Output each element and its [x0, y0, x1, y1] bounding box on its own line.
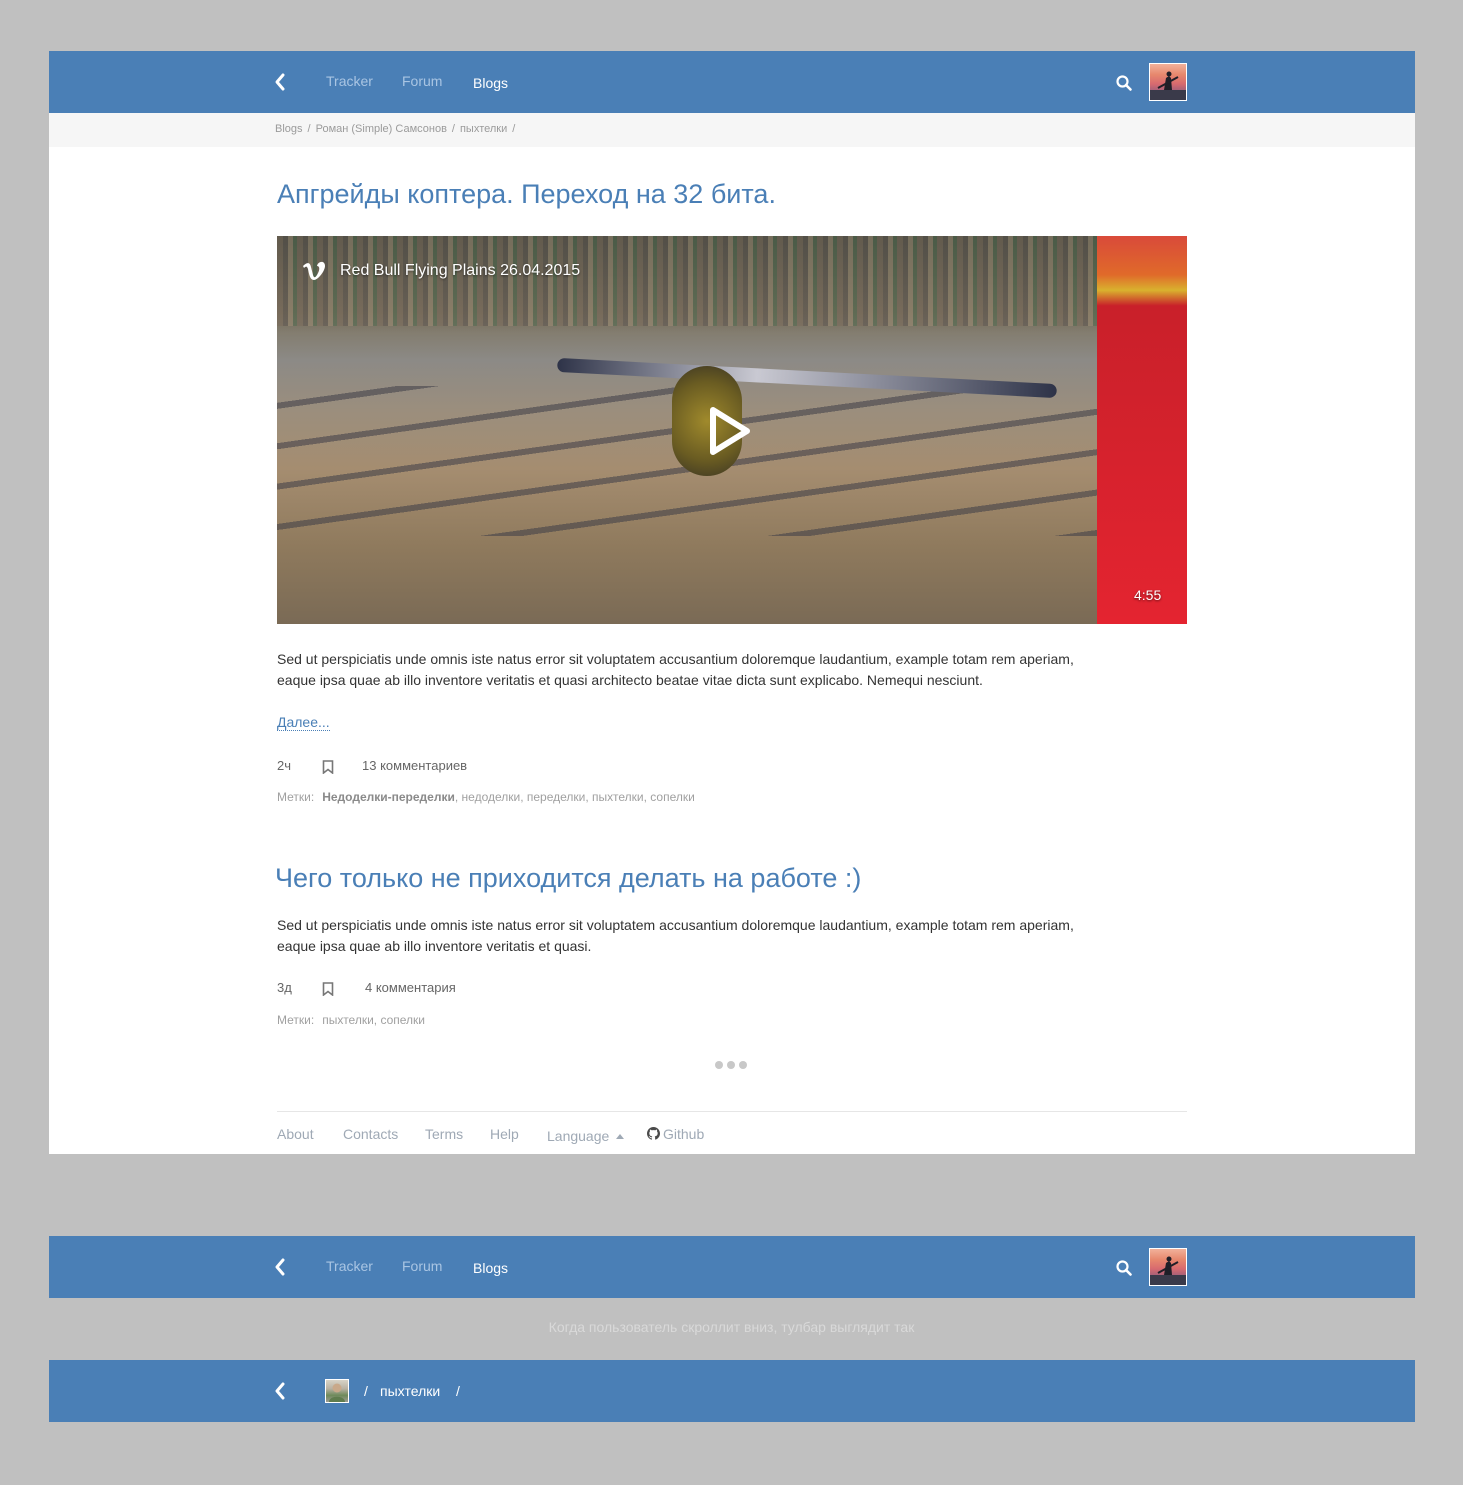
- footer-link-help[interactable]: Help: [490, 1126, 519, 1142]
- post-excerpt-line: eaque ipsa quae ab illo inventore verita…: [277, 938, 592, 954]
- post-excerpt-line: eaque ipsa quae ab illo inventore verita…: [277, 672, 983, 688]
- tag-link[interactable]: пыхтелки, сопелки: [322, 1013, 425, 1027]
- footer-divider: [277, 1111, 1187, 1112]
- post-excerpt-line: Sed ut perspiciatis unde omnis iste natu…: [277, 651, 1074, 667]
- vimeo-icon[interactable]: [301, 258, 327, 289]
- toolbar-default-state: Tracker Forum Blogs: [49, 1236, 1415, 1298]
- post-comments-link[interactable]: 4 комментария: [365, 980, 456, 995]
- nav-blogs[interactable]: Blogs: [473, 75, 508, 91]
- author-avatar[interactable]: [325, 1379, 349, 1403]
- tags-label: Метки:: [277, 1013, 315, 1027]
- read-more-link[interactable]: Далее...: [277, 714, 330, 731]
- breadcrumb-separator: /: [307, 123, 311, 135]
- breadcrumb: Blogs / Роман (Simple) Самсонов / пыхтелки /: [275, 123, 520, 135]
- video-duration: 4:55: [1134, 587, 1162, 603]
- back-arrow-icon[interactable]: [273, 71, 291, 93]
- tag-link[interactable]: Недоделки-переделки: [322, 790, 455, 804]
- play-icon[interactable]: [703, 406, 753, 456]
- post-excerpt: Sed ut perspiciatis unde omnis iste natu…: [277, 649, 1187, 691]
- nav-blogs[interactable]: Blogs: [473, 1260, 508, 1276]
- post-comments-link[interactable]: 13 комментариев: [362, 758, 467, 773]
- toolbar-scrolled-state: / пыхтелки /: [49, 1360, 1415, 1422]
- breadcrumb-author[interactable]: Роман (Simple) Самсонов: [316, 123, 447, 135]
- post-excerpt: Sed ut perspiciatis unde omnis iste natu…: [277, 915, 1187, 957]
- breadcrumb-bar: Blogs / Роман (Simple) Самсонов / пыхтелки /: [49, 113, 1415, 147]
- breadcrumb-separator: /: [451, 123, 455, 135]
- nav-tracker[interactable]: Tracker: [326, 1258, 373, 1274]
- post-time: 3д: [277, 980, 292, 995]
- loading-dot: [727, 1061, 735, 1069]
- post-title[interactable]: Чего только не приходится делать на рабо…: [275, 863, 861, 894]
- tag-link[interactable]: , недоделки, переделки, пыхтелки, сопелк…: [455, 790, 695, 804]
- breadcrumb-separator: /: [364, 1383, 368, 1399]
- post-excerpt-line: Sed ut perspiciatis unde omnis iste natu…: [277, 917, 1074, 933]
- back-arrow-icon[interactable]: [273, 1380, 291, 1402]
- video-frame-crowd: [277, 236, 1097, 326]
- post-tags: Метки: пыхтелки, сопелки: [277, 1013, 425, 1027]
- user-avatar[interactable]: [1149, 63, 1187, 101]
- user-avatar[interactable]: [1149, 1248, 1187, 1286]
- nav-tracker[interactable]: Tracker: [326, 73, 373, 89]
- post-title[interactable]: Апгрейды коптера. Переход на 32 бита.: [277, 179, 776, 210]
- breadcrumb-blog[interactable]: пыхтелки: [380, 1383, 440, 1399]
- loading-indicator: [715, 1056, 755, 1069]
- page-frame: Blogs / Роман (Simple) Самсонов / пыхтелки / …: [49, 51, 1415, 1154]
- loading-dot: [715, 1061, 723, 1069]
- footer-link-about[interactable]: About: [277, 1126, 314, 1142]
- search-icon[interactable]: [1115, 1259, 1133, 1277]
- bookmark-icon[interactable]: [322, 760, 334, 775]
- post-time: 2ч: [277, 758, 292, 773]
- language-label: Language: [547, 1128, 610, 1144]
- footer-link-contacts[interactable]: Contacts: [343, 1126, 398, 1142]
- back-arrow-icon[interactable]: [273, 1256, 291, 1278]
- footer-link-github[interactable]: Github: [647, 1126, 704, 1143]
- breadcrumb-separator: /: [512, 123, 516, 135]
- post-tags: Метки: Недоделки-переделки, недоделки, пе…: [277, 790, 695, 804]
- github-icon: [647, 1127, 660, 1143]
- breadcrumb-separator: /: [456, 1383, 460, 1399]
- breadcrumb-blogs[interactable]: Blogs: [275, 123, 303, 135]
- nav-forum[interactable]: Forum: [402, 73, 442, 89]
- nav-forum[interactable]: Forum: [402, 1258, 442, 1274]
- bookmark-icon[interactable]: [322, 982, 334, 997]
- scroll-caption: Когда пользователь скроллит вниз, тулбар…: [548, 1319, 915, 1335]
- video-player[interactable]: Red Bull Flying Plains 26.04.2015 4:55: [277, 236, 1187, 624]
- github-label: Github: [663, 1126, 705, 1142]
- video-title[interactable]: Red Bull Flying Plains 26.04.2015: [340, 262, 580, 280]
- video-frame-pylon: [1097, 236, 1187, 624]
- breadcrumb-blog[interactable]: пыхтелки: [460, 123, 507, 135]
- caret-up-icon: [616, 1126, 625, 1142]
- search-icon[interactable]: [1115, 74, 1133, 92]
- footer-link-terms[interactable]: Terms: [425, 1126, 463, 1142]
- language-selector[interactable]: Language: [547, 1126, 625, 1144]
- top-toolbar: Tracker Forum Blogs: [49, 51, 1415, 113]
- tags-label: Метки:: [277, 790, 315, 804]
- loading-dot: [739, 1061, 747, 1069]
